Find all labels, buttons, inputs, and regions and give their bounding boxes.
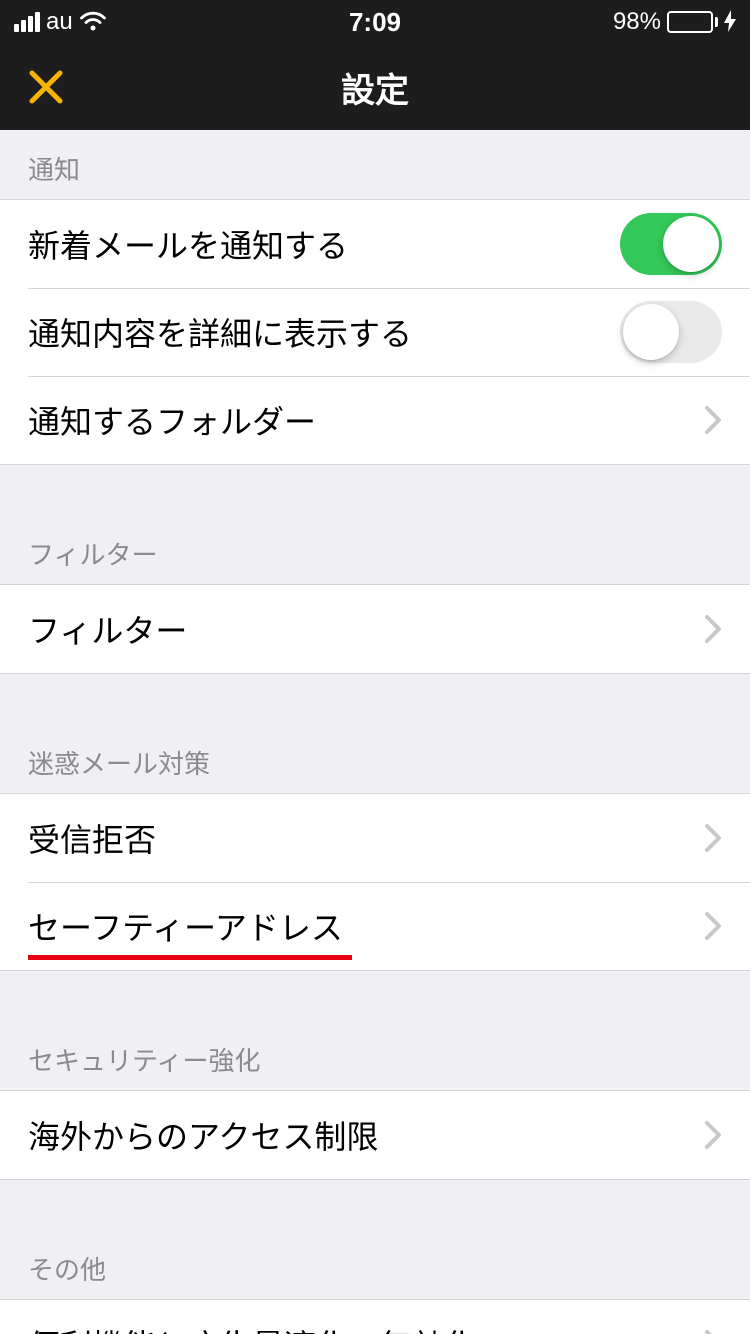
nav-bar: 設定 bbox=[0, 44, 750, 130]
status-left: au bbox=[14, 8, 107, 36]
cell-label: フィルター bbox=[28, 606, 704, 652]
cell-group: 海外からのアクセス制限 bbox=[0, 1090, 750, 1180]
chevron-right-icon bbox=[704, 1329, 722, 1334]
chevron-right-icon bbox=[704, 1120, 722, 1150]
chevron-right-icon bbox=[704, 823, 722, 853]
section-header: 迷惑メール対策 bbox=[0, 674, 750, 793]
settings-list: 通知新着メールを通知する通知内容を詳細に表示する通知するフォルダーフィルターフィ… bbox=[0, 130, 750, 1334]
settings-cell[interactable]: 海外からのアクセス制限 bbox=[0, 1091, 750, 1179]
cell-group: 受信拒否セーフティーアドレス bbox=[0, 793, 750, 971]
section-header: その他 bbox=[0, 1180, 750, 1299]
signal-icon bbox=[14, 12, 40, 32]
settings-cell[interactable]: 便利機能と広告最適化の無効化 bbox=[0, 1300, 750, 1334]
close-button[interactable] bbox=[26, 67, 66, 107]
cell-label: 通知内容を詳細に表示する bbox=[28, 309, 620, 355]
status-right: 98% bbox=[613, 8, 736, 36]
carrier-label: au bbox=[46, 8, 73, 36]
settings-cell[interactable]: 新着メールを通知する bbox=[0, 200, 750, 288]
toggle-switch[interactable] bbox=[620, 301, 722, 363]
cell-label: 便利機能と広告最適化の無効化 bbox=[28, 1321, 704, 1334]
section-header: フィルター bbox=[0, 465, 750, 584]
section-header: 通知 bbox=[0, 130, 750, 199]
status-bar: au 7:09 98% bbox=[0, 0, 750, 44]
page-title: 設定 bbox=[341, 63, 409, 112]
battery-pct: 98% bbox=[613, 8, 661, 36]
cell-group: フィルター bbox=[0, 584, 750, 674]
cell-label: 受信拒否 bbox=[28, 815, 704, 861]
chevron-right-icon bbox=[704, 614, 722, 644]
chevron-right-icon bbox=[704, 911, 722, 941]
settings-cell[interactable]: 通知内容を詳細に表示する bbox=[0, 288, 750, 376]
cell-label: 通知するフォルダー bbox=[28, 397, 704, 443]
cell-group: 新着メールを通知する通知内容を詳細に表示する通知するフォルダー bbox=[0, 199, 750, 465]
cell-label: セーフティーアドレス bbox=[28, 903, 704, 949]
settings-cell[interactable]: 通知するフォルダー bbox=[0, 376, 750, 464]
battery-icon bbox=[667, 11, 718, 33]
cell-label: 海外からのアクセス制限 bbox=[28, 1112, 704, 1158]
chevron-right-icon bbox=[704, 405, 722, 435]
section-header: セキュリティー強化 bbox=[0, 971, 750, 1090]
cell-label: 新着メールを通知する bbox=[28, 221, 620, 267]
settings-cell[interactable]: 受信拒否 bbox=[0, 794, 750, 882]
cell-group: 便利機能と広告最適化の無効化 bbox=[0, 1299, 750, 1334]
highlight-underline bbox=[28, 955, 352, 960]
wifi-icon bbox=[79, 11, 107, 33]
toggle-switch[interactable] bbox=[620, 213, 722, 275]
settings-cell[interactable]: フィルター bbox=[0, 585, 750, 673]
settings-cell[interactable]: セーフティーアドレス bbox=[0, 882, 750, 970]
clock: 7:09 bbox=[349, 7, 401, 38]
charging-icon bbox=[724, 10, 736, 35]
